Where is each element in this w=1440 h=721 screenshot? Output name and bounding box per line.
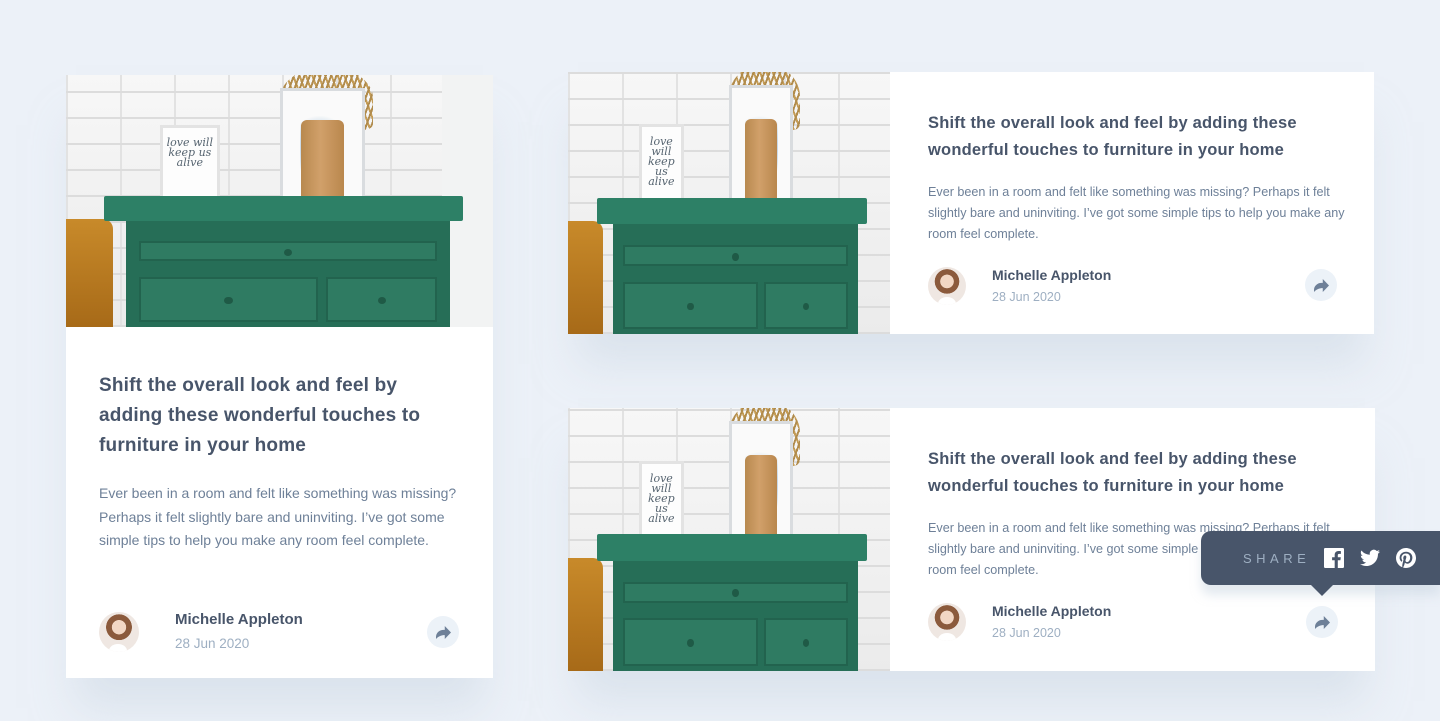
article-title[interactable]: Shift the overall look and feel by addin…: [99, 371, 459, 461]
share-tooltip: SHARE: [1201, 531, 1440, 596]
article-card-horizontal: love will keep us alive Shift the overal…: [568, 72, 1374, 334]
avatar: [99, 612, 139, 652]
article-image: love will keep us alive: [568, 408, 890, 671]
share-icon: [1313, 278, 1329, 292]
share-button[interactable]: [1305, 269, 1337, 301]
twitter-icon[interactable]: [1360, 548, 1381, 568]
article-card-vertical: love will keep us alive Shift the overal…: [66, 75, 493, 678]
avatar: [928, 603, 966, 641]
article-date: 28 Jun 2020: [992, 626, 1061, 640]
article-description: Ever been in a room and felt like someth…: [99, 485, 457, 548]
author-name: Michelle Appleton: [175, 611, 303, 628]
article-title[interactable]: Shift the overall look and feel by addin…: [928, 446, 1328, 500]
author-name: Michelle Appleton: [992, 267, 1112, 283]
article-image: love will keep us alive: [66, 75, 493, 327]
share-button[interactable]: [1306, 606, 1338, 638]
share-icon: [435, 625, 451, 639]
article-date: 28 Jun 2020: [992, 290, 1061, 304]
share-label: SHARE: [1243, 550, 1311, 566]
author-name: Michelle Appleton: [992, 603, 1112, 619]
article-date: 28 Jun 2020: [175, 636, 250, 651]
avatar: [928, 267, 966, 305]
article-description: Ever been in a room and felt like someth…: [928, 185, 1345, 241]
facebook-icon[interactable]: [1324, 548, 1345, 568]
article-title[interactable]: Shift the overall look and feel by addin…: [928, 110, 1328, 164]
article-image: love will keep us alive: [568, 72, 890, 334]
pinterest-icon[interactable]: [1396, 548, 1417, 568]
share-icon: [1314, 615, 1330, 629]
share-button[interactable]: [427, 616, 459, 648]
